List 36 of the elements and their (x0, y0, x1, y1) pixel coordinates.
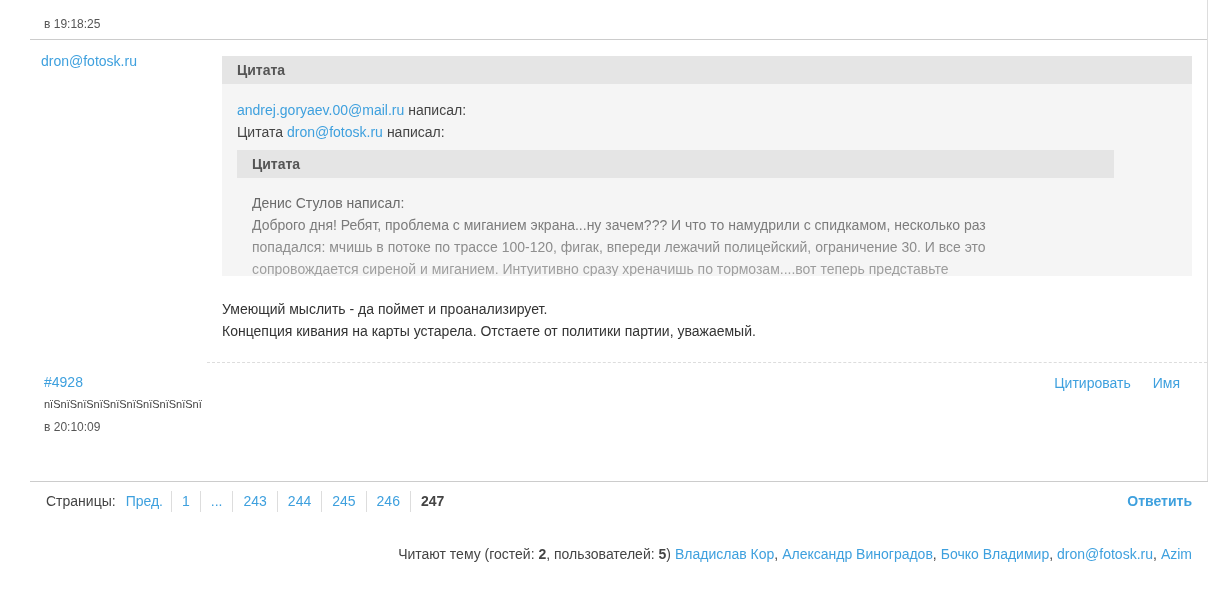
page-link[interactable]: Пред. (125, 493, 163, 509)
page-link[interactable]: ... (210, 493, 223, 509)
quote-text: Доброго дня! Ребят, проблема с миганием экрана...ну зачем??? И что то намудрили с спидкамом, несколько раз попадался: мчишь в потоке по трассе 100-120, фигак, впереди лежачий полицейский, ограничение 30. И все это сопровождается сиреной и миганием. Интуитивно сразу хреначишь по тормозам....вот теперь представьте (252, 216, 987, 276)
user-status: nïSnïSnïSnïSnïSnïSnïSnïSnïSnï (44, 397, 203, 412)
quote-header: Цитата (237, 150, 1114, 178)
separator-text: , (932, 545, 937, 564)
quote-text: написал: (386, 123, 445, 142)
page-link[interactable]: 1 (182, 493, 190, 509)
readers-summary: Читают тему (гостей: 2, пользователей: 5) (398, 545, 671, 564)
separator-text: , (1153, 545, 1157, 564)
user-link[interactable]: dron@fotosk.ru (1057, 544, 1153, 565)
post-time: в 19:18:25 (44, 17, 101, 31)
user-link[interactable]: Azim (1160, 544, 1192, 565)
user-link[interactable]: andrej.goryaev.00@mail.ru (237, 99, 405, 121)
page-link[interactable]: 246 (376, 493, 400, 509)
post-action-link[interactable]: Цитировать (1054, 373, 1131, 393)
quote-text: написал: (408, 101, 467, 120)
author-link[interactable]: dron@fotosk.ru (41, 53, 137, 69)
quote-author: Денис Стулов написал: (252, 194, 406, 213)
post-time: в 20:10:09 (44, 418, 102, 436)
separator-text: , (774, 545, 779, 564)
page-link[interactable]: 244 (287, 493, 312, 509)
message-text: Умеющий мыслить - да поймет и проанализирует. (222, 300, 549, 319)
quote-header: Цитата (222, 56, 1192, 84)
separator-text: , (1049, 545, 1054, 564)
user-link[interactable]: Александр Виноградов (782, 544, 933, 565)
page-link[interactable]: 243 (243, 493, 267, 509)
quote-text: Цитата (237, 123, 283, 142)
reply-link[interactable]: Ответить (1127, 491, 1192, 512)
post-number-link[interactable]: #4928 (44, 372, 207, 393)
page-link[interactable]: 245 (332, 493, 356, 509)
post-action-link[interactable]: Имя (1152, 373, 1180, 393)
page-link[interactable]: 247 (420, 493, 445, 509)
user-link[interactable]: dron@fotosk.ru (286, 121, 383, 143)
message-text: Концепция кивания на карты устарела. Отстаете от политики партии, уважаемый. (222, 322, 757, 341)
pages-label: Страницы: (46, 492, 116, 511)
